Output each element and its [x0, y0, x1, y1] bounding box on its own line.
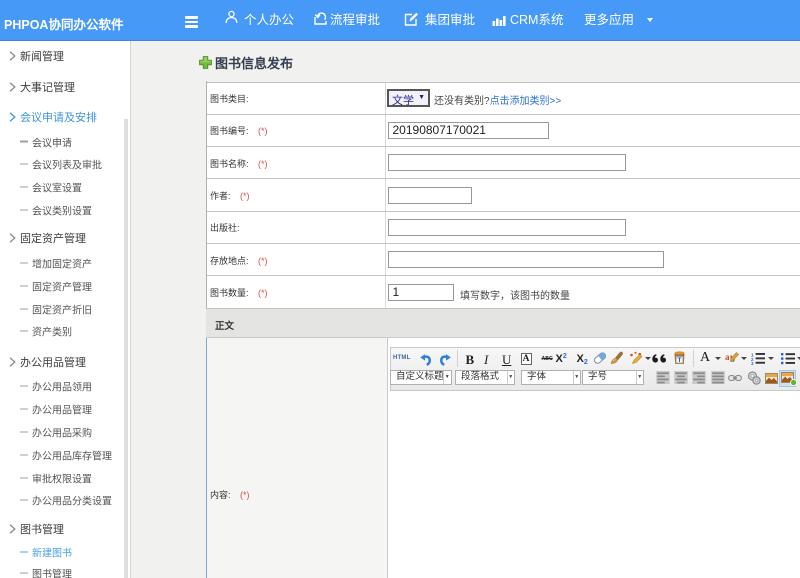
svg-text:T: T: [678, 357, 682, 364]
svg-text:3: 3: [751, 361, 754, 365]
